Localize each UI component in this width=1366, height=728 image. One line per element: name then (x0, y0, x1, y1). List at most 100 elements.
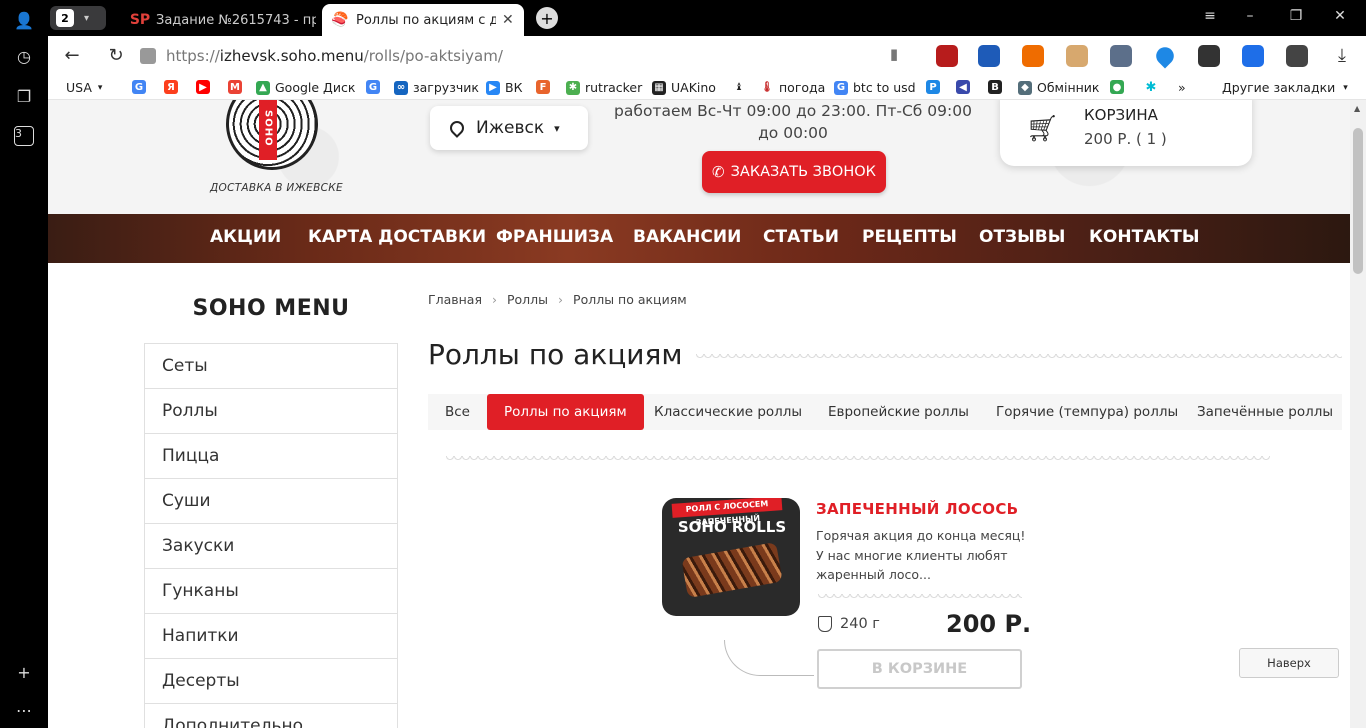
new-tab-button[interactable]: + (536, 7, 558, 29)
cart-widget[interactable]: 🛒︎ КОРЗИНА 200 Р. ( 1 ) (1000, 100, 1252, 166)
bookmark-exchange[interactable]: ◆ Обмінник (1018, 80, 1099, 95)
add-panel-icon[interactable]: + (10, 658, 38, 686)
more-bookmarks[interactable]: » (1178, 80, 1186, 95)
product-name[interactable]: ЗАПЕЧЕННЫЙ ЛОСОСЬ (816, 500, 1018, 518)
bookmark-arrow[interactable]: ◀ (956, 80, 975, 94)
bookmarks-bar: USA ▾ G Я ▶ M ▲ Google Диск G ∞ загрузчик ▶… (48, 76, 1366, 100)
bookmark-gmail[interactable]: M (228, 80, 247, 94)
menu-item-desserts[interactable]: Десерты (145, 659, 397, 704)
downloads-icon[interactable]: ⤓ (1330, 45, 1354, 66)
scrollbar-thumb[interactable] (1353, 128, 1363, 274)
tab-active[interactable]: 🍣 Роллы по акциям с дос ✕ (322, 4, 524, 36)
bookmark-star[interactable]: ✱ (1144, 80, 1163, 95)
tab-counter[interactable]: 2 ▾ (50, 6, 106, 30)
site-header: SOHO ДОСТАВКА В ИЖЕВСКЕ Ижевск ▾ работае… (48, 100, 1350, 214)
bookmark-weather[interactable]: 🌡 погода (760, 80, 825, 95)
bookmark-icon[interactable]: ▮ (882, 45, 906, 63)
sidebar-badge[interactable]: 3 (10, 122, 38, 150)
menu-item-extras[interactable]: Дополнительно (145, 704, 397, 728)
nav-item-contacts[interactable]: КОНТАКТЫ (1089, 227, 1199, 247)
nav-item-franchise[interactable]: ФРАНШИЗА (496, 227, 613, 247)
url-scheme: https:// (166, 47, 220, 65)
nav-item-recipes[interactable]: РЕЦЕПТЫ (862, 227, 957, 247)
breadcrumb-rolls[interactable]: Роллы (507, 292, 548, 307)
bookmark-label: USA (66, 80, 92, 95)
bookmark-rutracker[interactable]: ✱ rutracker (566, 80, 642, 95)
extension-icon[interactable] (1066, 45, 1088, 67)
extension-icon[interactable] (1286, 45, 1308, 67)
menu-item-sushi[interactable]: Суши (145, 479, 397, 524)
other-bookmarks[interactable]: Другие закладки ▾ (1222, 80, 1348, 95)
filter-promo-rolls[interactable]: Роллы по акциям (487, 394, 644, 430)
nav-item-reviews[interactable]: ОТЗЫВЫ (979, 227, 1065, 247)
minimize-icon[interactable]: – (1240, 8, 1260, 24)
menu-title: SOHO MENU (192, 296, 350, 321)
nav-item-delivery-map[interactable]: КАРТА ДОСТАВКИ (308, 227, 486, 247)
extension-icon[interactable] (1110, 45, 1132, 67)
filter-classic-rolls[interactable]: Классические роллы (637, 394, 819, 430)
bookmark-yandex[interactable]: Я (164, 80, 183, 94)
more-icon[interactable]: ⋯ (10, 696, 38, 724)
filter-european-rolls[interactable]: Европейские роллы (811, 394, 986, 430)
nav-item-vacancies[interactable]: ВАКАНСИИ (633, 227, 741, 247)
arrow-icon: ◀ (956, 80, 970, 94)
breadcrumb-home[interactable]: Главная (428, 292, 482, 307)
extension-icon[interactable] (1198, 45, 1220, 67)
history-icon[interactable]: ◷ (10, 42, 38, 70)
tab-task[interactable]: SP Задание №2615743 - про (122, 4, 326, 36)
bookmark-bc[interactable]: B (988, 80, 1007, 94)
city-selector[interactable]: Ижевск ▾ (430, 106, 588, 150)
bookmark-p[interactable]: P (926, 80, 945, 94)
extension-icon[interactable] (1022, 45, 1044, 67)
page-scrollbar[interactable]: ▲ (1350, 100, 1366, 728)
reload-icon[interactable]: ↻ (104, 45, 128, 66)
filter-tempura-rolls[interactable]: Горячие (темпура) роллы (979, 394, 1195, 430)
menu-item-gunkans[interactable]: Гунканы (145, 569, 397, 614)
bookmark-maps[interactable]: ● (1110, 80, 1129, 94)
bookmark-translate[interactable]: G (366, 80, 385, 94)
logo-subtitle: ДОСТАВКА В ИЖЕВСКЕ (210, 182, 343, 194)
scroll-to-top-button[interactable]: Наверх (1239, 648, 1339, 678)
call-request-button[interactable]: ✆ ЗАКАЗАТЬ ЗВОНОК (702, 151, 886, 193)
address-bar[interactable]: https://izhevsk.soho.menu/rolls/po-aktsi… (140, 42, 910, 70)
filter-baked-rolls[interactable]: Запечённые роллы (1180, 394, 1350, 430)
bc-icon: B (988, 80, 1002, 94)
back-icon[interactable]: ← (60, 45, 84, 66)
tab-strip: 2 ▾ SP Задание №2615743 - про 🍣 Роллы по… (48, 0, 1366, 36)
bookmark-loader[interactable]: ∞ загрузчик (394, 80, 479, 95)
menu-item-sets[interactable]: Сеты (145, 344, 397, 389)
bookmark-fl[interactable]: F (536, 80, 555, 94)
page-viewport: SOHO ДОСТАВКА В ИЖЕВСКЕ Ижевск ▾ работае… (48, 100, 1350, 728)
filter-all[interactable]: Все (428, 394, 487, 430)
extension-icon[interactable] (936, 45, 958, 67)
menu-item-snacks[interactable]: Закуски (145, 524, 397, 569)
bookmark-youtube[interactable]: ▶ (196, 80, 215, 94)
bookmark-google[interactable]: G (132, 80, 151, 94)
sp-favicon-icon: SP (129, 12, 151, 28)
menu-item-pizza[interactable]: Пицца (145, 434, 397, 479)
product-image[interactable]: РОЛЛ С ЛОСОСЕМ ЗАПЕЧЕННЫЙ SOHO ROLLS (662, 498, 800, 616)
menu-icon[interactable]: ≡ (1200, 8, 1220, 24)
page-title: Роллы по акциям (428, 338, 683, 371)
exchange-icon: ◆ (1018, 80, 1032, 95)
collections-icon[interactable]: ❐ (10, 82, 38, 110)
bookmark-usa[interactable]: USA ▾ (66, 80, 102, 95)
bookmark-vk[interactable]: ▶ ВК (486, 80, 522, 95)
extension-icon[interactable] (978, 45, 1000, 67)
menu-item-rolls[interactable]: Роллы (145, 389, 397, 434)
close-window-icon[interactable]: ✕ (1330, 8, 1350, 24)
close-tab-icon[interactable]: ✕ (502, 12, 514, 28)
nav-item-articles[interactable]: СТАТЬИ (763, 227, 839, 247)
nav-item-promotions[interactable]: АКЦИИ (210, 227, 281, 247)
download-icon[interactable] (1242, 45, 1264, 67)
restore-icon[interactable]: ❐ (1286, 8, 1306, 24)
in-cart-button[interactable]: В КОРЗИНЕ (817, 649, 1022, 689)
bookmark-drive[interactable]: ▲ Google Диск (256, 80, 355, 95)
bookmark-btc[interactable]: Gbtc to usd (834, 80, 916, 95)
menu-item-drinks[interactable]: Напитки (145, 614, 397, 659)
bookmark-chess[interactable]: ♝ (732, 80, 751, 94)
profile-icon[interactable]: 👤 (10, 6, 38, 34)
diamond-icon[interactable] (1152, 43, 1178, 69)
bookmark-uakino[interactable]: ▦ UAKino (652, 80, 716, 95)
scroll-up-icon[interactable]: ▲ (1354, 104, 1360, 113)
